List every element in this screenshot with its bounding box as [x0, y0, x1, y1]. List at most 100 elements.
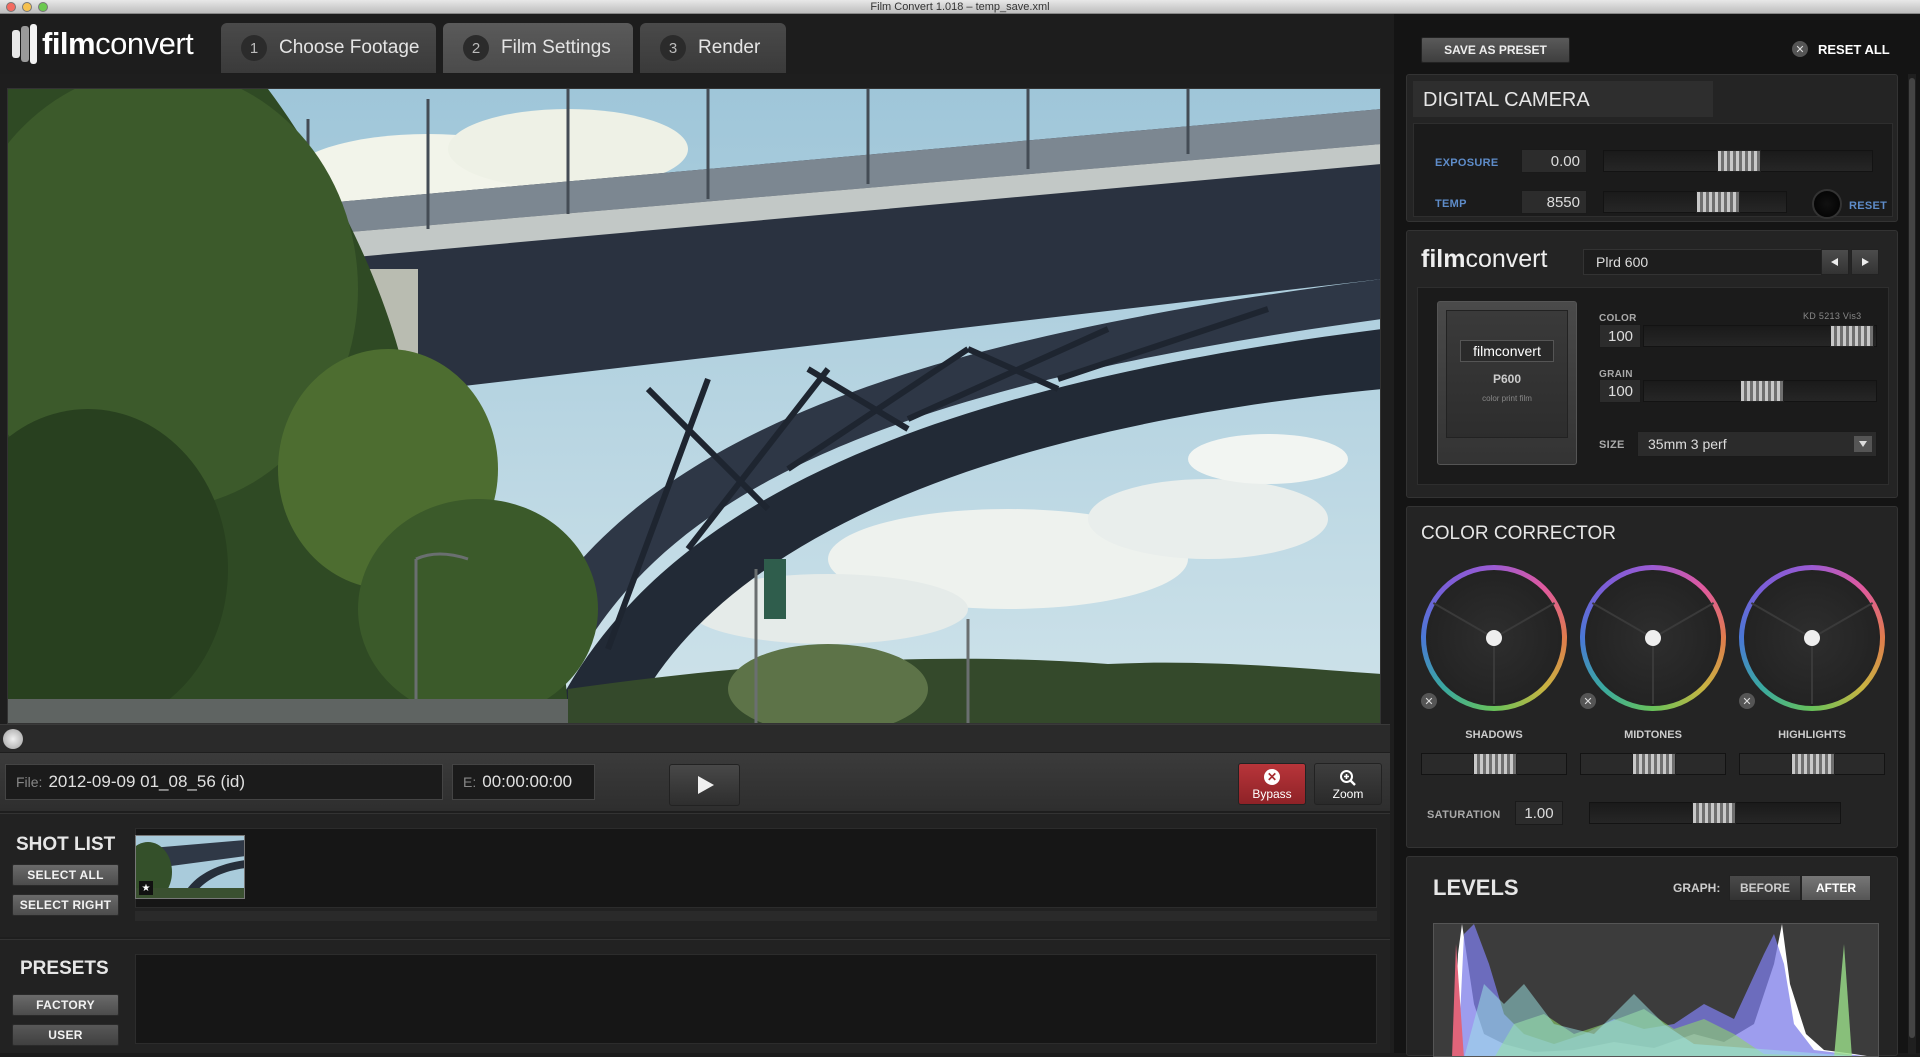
shadows-wheel-handle[interactable]: [1486, 630, 1502, 646]
next-stock-button[interactable]: [1851, 249, 1879, 275]
temp-reset-knob[interactable]: [1812, 189, 1842, 219]
color-corrector-title: COLOR CORRECTOR: [1421, 523, 1616, 544]
tab-choose-footage[interactable]: 1 Choose Footage: [221, 23, 436, 73]
playback-controls: File: 2012-09-09 01_08_56 (id) E: 00:00:…: [0, 753, 1390, 811]
tab-number: 2: [463, 35, 489, 61]
film-box-brand: filmconvert: [1460, 340, 1554, 362]
file-field: File: 2012-09-09 01_08_56 (id): [5, 764, 443, 800]
after-graph-button[interactable]: AFTER: [1801, 875, 1871, 901]
timecode-label: E:: [463, 774, 477, 790]
grain-slider[interactable]: [1643, 380, 1877, 402]
favorite-star-icon[interactable]: ★: [139, 881, 153, 895]
size-label: SIZE: [1599, 439, 1625, 451]
triangle-left-icon: [1831, 258, 1838, 266]
exposure-slider-thumb[interactable]: [1717, 150, 1761, 172]
color-corrector-panel: COLOR CORRECTOR ✕ SHADOWS ✕ MIDTONES ✕ H…: [1406, 506, 1898, 848]
digital-camera-title: DIGITAL CAMERA: [1423, 89, 1590, 111]
prev-stock-button[interactable]: [1821, 249, 1849, 275]
play-button[interactable]: [669, 764, 740, 806]
bypass-icon: ✕: [1264, 769, 1280, 785]
main-area: filmconvert 1 Choose Footage 2 Film Sett…: [0, 14, 1394, 1053]
digital-camera-panel: DIGITAL CAMERA EXPOSURE 0.00 TEMP 8550 R…: [1406, 74, 1898, 222]
chevron-down-icon: [1854, 436, 1872, 452]
filmconvert-logo-icon: [12, 24, 38, 64]
midtones-slider-thumb[interactable]: [1632, 753, 1676, 775]
user-presets-button[interactable]: USER: [12, 1024, 119, 1046]
temp-label: TEMP: [1435, 198, 1467, 210]
exposure-value[interactable]: 0.00: [1521, 149, 1587, 173]
select-all-button[interactable]: SELECT ALL: [12, 864, 119, 886]
presets-well: [135, 954, 1377, 1044]
color-slider-thumb[interactable]: [1830, 325, 1874, 347]
tab-render[interactable]: 3 Render: [640, 23, 786, 73]
color-label: COLOR: [1599, 313, 1637, 324]
midtones-label: MIDTONES: [1624, 729, 1682, 741]
top-bar: filmconvert 1 Choose Footage 2 Film Sett…: [0, 14, 1394, 74]
presets-section: PRESETS FACTORY USER: [0, 939, 1390, 1053]
panel-scrollbar[interactable]: [1908, 74, 1916, 1054]
exposure-slider[interactable]: [1603, 150, 1873, 172]
play-icon: [697, 776, 714, 794]
saturation-slider-thumb[interactable]: [1692, 802, 1736, 824]
bypass-button[interactable]: ✕ Bypass: [1238, 763, 1306, 805]
midtones-color-wheel[interactable]: [1580, 565, 1726, 711]
shot-list-scrollbar[interactable]: [135, 911, 1377, 921]
temp-value[interactable]: 8550: [1521, 190, 1587, 214]
color-value[interactable]: 100: [1599, 324, 1641, 348]
saturation-slider[interactable]: [1589, 802, 1841, 824]
midtones-level-slider[interactable]: [1580, 753, 1726, 775]
film-logo-bold: film: [1421, 245, 1466, 273]
film-stock-select[interactable]: Plrd 600: [1583, 249, 1823, 275]
video-preview[interactable]: [7, 88, 1381, 724]
film-box-image: filmconvert P600 color print film: [1437, 301, 1577, 465]
shot-list-section: SHOT LIST SELECT ALL SELECT RIGHT ★: [0, 813, 1390, 937]
shadows-reset-icon[interactable]: ✕: [1421, 693, 1437, 709]
window-titlebar: Film Convert 1.018 – temp_save.xml: [0, 0, 1920, 14]
midtones-wheel-handle[interactable]: [1645, 630, 1661, 646]
timecode-value: 00:00:00:00: [482, 772, 573, 791]
levels-title: LEVELS: [1433, 875, 1519, 900]
levels-panel: LEVELS GRAPH: BEFORE AFTER: [1406, 856, 1898, 1057]
highlights-slider-thumb[interactable]: [1791, 753, 1835, 775]
shadows-color-wheel[interactable]: [1421, 565, 1567, 711]
before-graph-button[interactable]: BEFORE: [1729, 875, 1801, 901]
zoom-button[interactable]: Zoom: [1314, 763, 1382, 805]
temp-slider[interactable]: [1603, 191, 1787, 213]
reset-all-label: RESET ALL: [1818, 41, 1890, 57]
grain-value[interactable]: 100: [1599, 379, 1641, 403]
color-slider[interactable]: [1643, 325, 1877, 347]
factory-presets-button[interactable]: FACTORY: [12, 994, 119, 1016]
triangle-right-icon: [1862, 258, 1869, 266]
shot-thumbnail[interactable]: ★: [135, 835, 245, 899]
shadows-label: SHADOWS: [1465, 729, 1523, 741]
highlights-reset-icon[interactable]: ✕: [1739, 693, 1755, 709]
grain-slider-thumb[interactable]: [1740, 380, 1784, 402]
tab-label: Choose Footage: [279, 37, 420, 58]
filmconvert-logo: filmconvert: [12, 24, 194, 64]
histogram-graph: [1452, 924, 1867, 1056]
save-as-preset-button[interactable]: SAVE AS PRESET: [1421, 37, 1570, 63]
film-size-select[interactable]: 35mm 3 perf: [1637, 431, 1877, 457]
saturation-value[interactable]: 1.00: [1515, 801, 1563, 825]
presets-title: PRESETS: [20, 958, 109, 979]
highlights-color-wheel[interactable]: [1739, 565, 1885, 711]
tab-film-settings[interactable]: 2 Film Settings: [443, 23, 633, 73]
midtones-reset-icon[interactable]: ✕: [1580, 693, 1596, 709]
temp-slider-thumb[interactable]: [1696, 191, 1740, 213]
tab-number: 3: [660, 35, 686, 61]
highlights-wheel-handle[interactable]: [1804, 630, 1820, 646]
reset-all-button[interactable]: ✕ RESET ALL: [1792, 41, 1890, 57]
file-value: 2012-09-09 01_08_56 (id): [48, 772, 246, 791]
timeline-scrubber[interactable]: [0, 724, 1390, 752]
zoom-label: Zoom: [1332, 787, 1364, 801]
timecode-field[interactable]: E: 00:00:00:00: [452, 764, 595, 800]
highlights-level-slider[interactable]: [1739, 753, 1885, 775]
shadows-slider-thumb[interactable]: [1473, 753, 1517, 775]
film-stock-code: KD 5213 Vis3: [1803, 311, 1862, 321]
temp-reset-label[interactable]: RESET: [1849, 200, 1887, 212]
playhead-knob[interactable]: [3, 729, 23, 749]
select-right-button[interactable]: SELECT RIGHT: [12, 894, 119, 916]
shadows-level-slider[interactable]: [1421, 753, 1567, 775]
graph-label: GRAPH:: [1673, 881, 1721, 895]
exposure-label: EXPOSURE: [1435, 157, 1499, 169]
